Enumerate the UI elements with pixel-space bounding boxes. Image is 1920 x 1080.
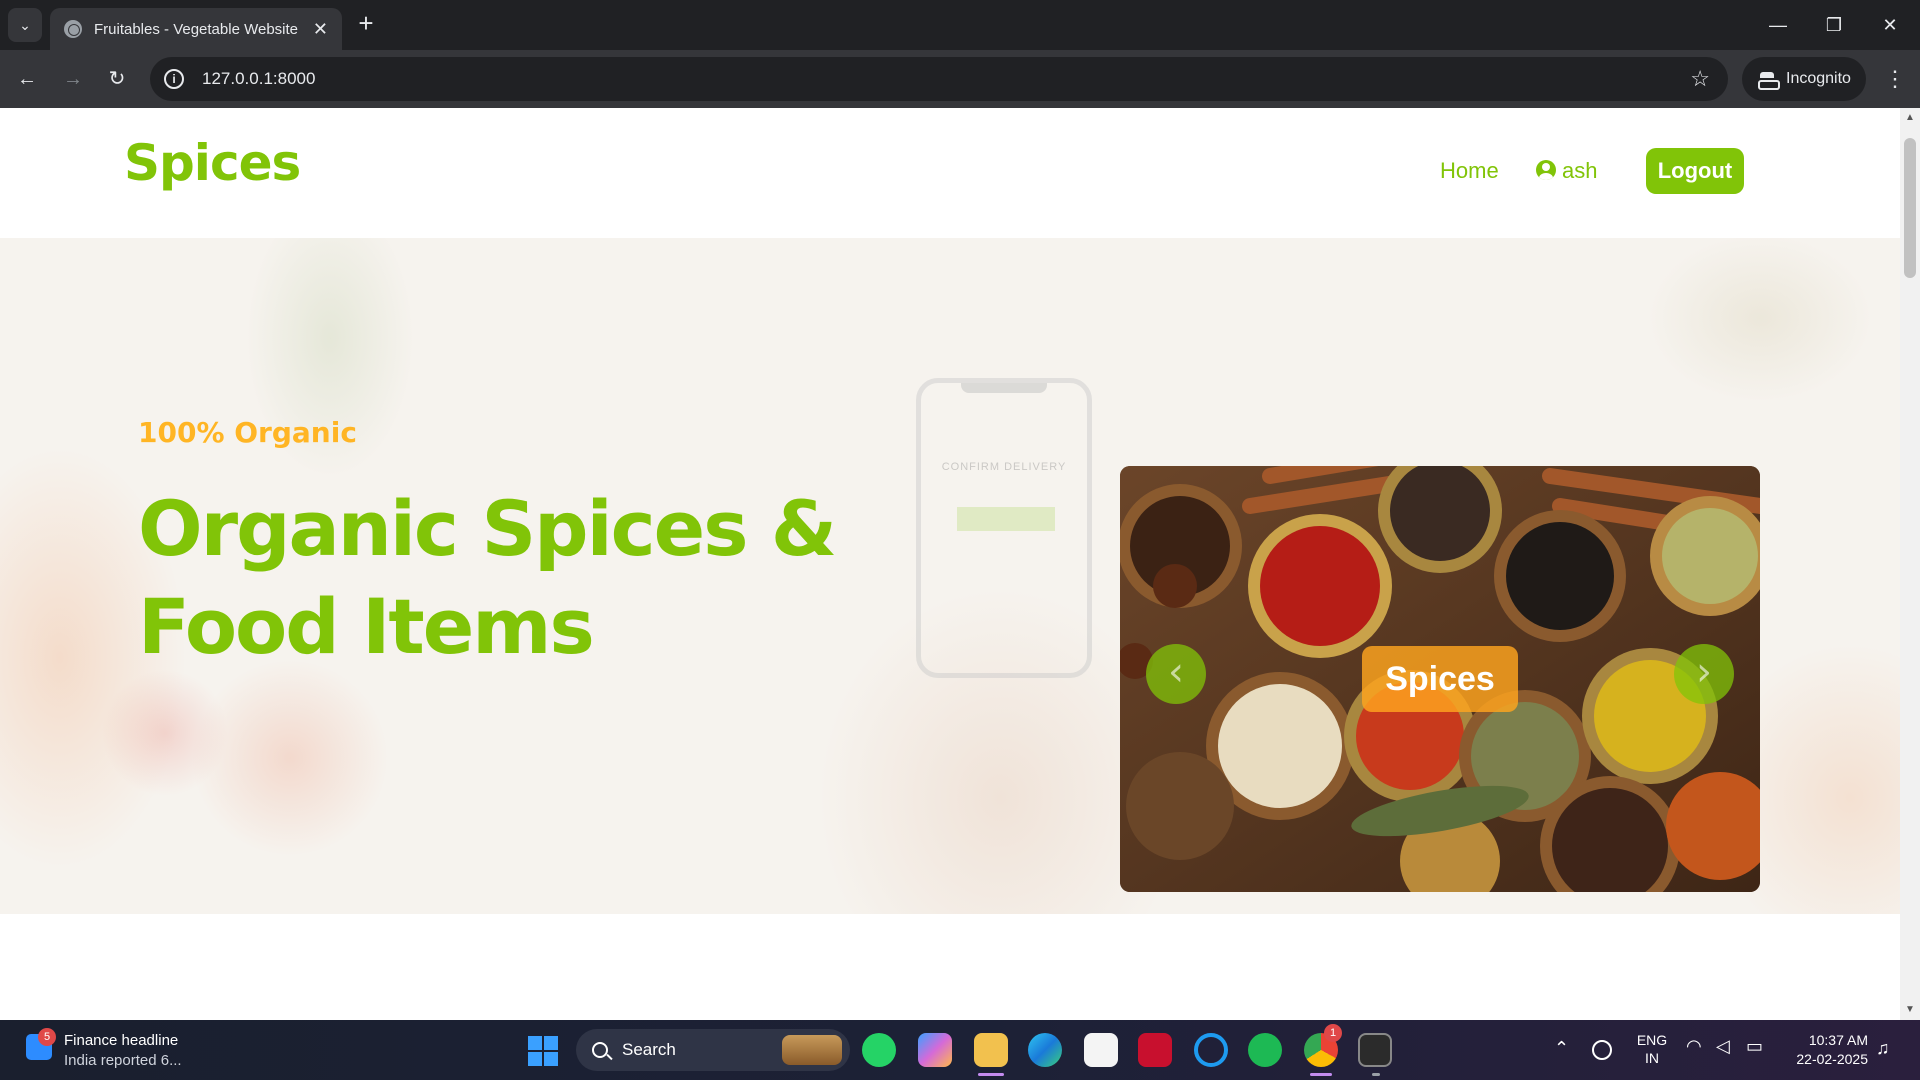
chrome-badge: 1 bbox=[1324, 1024, 1342, 1042]
page-scrollbar[interactable]: ▲ ▼ bbox=[1900, 108, 1920, 1020]
site-navbar: Spices Home ash Logout bbox=[0, 108, 1900, 238]
browser-menu-icon[interactable]: ⋮ bbox=[1880, 62, 1910, 96]
copilot-icon[interactable] bbox=[918, 1033, 952, 1067]
scroll-thumb[interactable] bbox=[1904, 138, 1916, 278]
site-info-icon[interactable]: i bbox=[164, 69, 184, 89]
tab-search-button[interactable]: ⌄ bbox=[8, 8, 42, 42]
address-bar[interactable]: i 127.0.0.1:8000 ☆ bbox=[150, 57, 1728, 101]
terminal-indicator bbox=[1372, 1073, 1380, 1076]
reload-icon[interactable]: ↻ bbox=[100, 62, 134, 96]
alexa-icon[interactable] bbox=[1194, 1033, 1228, 1067]
windows-taskbar: 5 Finance headline India reported 6... S… bbox=[0, 1020, 1920, 1080]
site-logo[interactable]: Spices bbox=[124, 134, 301, 192]
browser-tab-bar: ⌄ Fruitables - Vegetable Website ✕ + — ❐… bbox=[0, 0, 1920, 50]
nav-user-link[interactable]: ash bbox=[1536, 158, 1597, 184]
terminal-icon[interactable] bbox=[1358, 1033, 1392, 1067]
search-icon bbox=[592, 1042, 608, 1058]
forward-arrow-icon[interactable]: → bbox=[56, 62, 90, 96]
close-tab-icon[interactable]: ✕ bbox=[313, 19, 328, 40]
globe-icon bbox=[64, 20, 82, 38]
language-line1: ENG bbox=[1636, 1032, 1668, 1048]
mcafee-icon[interactable] bbox=[1138, 1033, 1172, 1067]
hero-section: CONFIRM DELIVERY 100% Organic Organic Sp… bbox=[0, 238, 1900, 914]
tray-overflow-icon[interactable]: ⌃ bbox=[1554, 1038, 1569, 1059]
store-icon[interactable] bbox=[1084, 1033, 1118, 1067]
restore-icon[interactable]: ❐ bbox=[1814, 8, 1854, 42]
hero-subtitle: 100% Organic bbox=[138, 416, 357, 449]
chrome-indicator bbox=[1310, 1073, 1332, 1076]
language-line2: IN bbox=[1645, 1050, 1659, 1066]
new-tab-button[interactable]: + bbox=[352, 10, 380, 38]
wifi-icon[interactable]: ◠ bbox=[1686, 1036, 1702, 1057]
minimize-icon[interactable]: — bbox=[1758, 8, 1798, 42]
carousel-next-button[interactable]: › bbox=[1674, 644, 1734, 704]
phone-text: CONFIRM DELIVERY bbox=[941, 461, 1067, 473]
system-clock[interactable]: 10:37 AM 22-02-2025 bbox=[1780, 1031, 1868, 1069]
file-explorer-icon[interactable] bbox=[974, 1033, 1008, 1067]
clock-time: 10:37 AM bbox=[1808, 1032, 1868, 1048]
url-text[interactable]: 127.0.0.1:8000 bbox=[202, 69, 315, 89]
nav-home-link[interactable]: Home bbox=[1440, 158, 1499, 184]
news-headline[interactable]: Finance headline bbox=[64, 1032, 178, 1049]
incognito-indicator[interactable]: Incognito bbox=[1742, 57, 1866, 101]
page-viewport: Spices Home ash Logout CONFIRM DELIVERY … bbox=[0, 108, 1900, 1020]
phone-notch bbox=[961, 383, 1047, 393]
browser-tab-active[interactable]: Fruitables - Vegetable Website ✕ bbox=[50, 8, 342, 50]
whatsapp-icon[interactable] bbox=[862, 1033, 896, 1067]
incognito-icon bbox=[1758, 72, 1780, 90]
search-label: Search bbox=[622, 1040, 676, 1059]
close-window-icon[interactable]: ✕ bbox=[1870, 8, 1910, 42]
incognito-label: Incognito bbox=[1786, 70, 1851, 87]
spotify-icon[interactable] bbox=[1248, 1033, 1282, 1067]
username: ash bbox=[1562, 158, 1598, 183]
volume-icon[interactable]: ◁ bbox=[1716, 1036, 1730, 1057]
user-circle-icon bbox=[1536, 160, 1556, 180]
edge-icon[interactable] bbox=[1028, 1033, 1062, 1067]
file-explorer-indicator bbox=[978, 1073, 1004, 1076]
news-subtitle[interactable]: India reported 6... bbox=[64, 1052, 182, 1069]
back-arrow-icon[interactable]: ← bbox=[10, 62, 44, 96]
clock-date: 22-02-2025 bbox=[1796, 1051, 1868, 1067]
browser-toolbar: ← → ↻ i 127.0.0.1:8000 ☆ Incognito ⋮ bbox=[0, 50, 1920, 108]
hero-title: Organic Spices & Food Items bbox=[138, 484, 837, 671]
tab-title: Fruitables - Vegetable Website bbox=[94, 20, 299, 38]
carousel-caption: Spices bbox=[1362, 646, 1518, 712]
taskbar-search[interactable]: Search bbox=[576, 1029, 850, 1071]
search-highlight-image bbox=[782, 1035, 842, 1065]
hero-carousel[interactable]: Spices ‹ › bbox=[1120, 466, 1760, 892]
chevron-down-icon: ⌄ bbox=[19, 16, 31, 33]
scroll-down-icon[interactable]: ▼ bbox=[1900, 1002, 1920, 1018]
background-phone: CONFIRM DELIVERY bbox=[916, 378, 1092, 678]
carousel-prev-button[interactable]: ‹ bbox=[1146, 644, 1206, 704]
language-indicator[interactable]: ENG IN bbox=[1632, 1031, 1672, 1067]
logout-button[interactable]: Logout bbox=[1646, 148, 1744, 194]
sync-icon[interactable] bbox=[1592, 1040, 1612, 1060]
bookmark-star-icon[interactable]: ☆ bbox=[1690, 66, 1710, 92]
windows-start-icon[interactable] bbox=[528, 1036, 558, 1066]
notification-bell-icon[interactable]: ♫ bbox=[1876, 1038, 1890, 1059]
battery-icon[interactable]: ▭ bbox=[1746, 1036, 1763, 1057]
phone-button bbox=[957, 507, 1055, 531]
scroll-up-icon[interactable]: ▲ bbox=[1900, 110, 1920, 126]
news-badge: 5 bbox=[38, 1028, 56, 1046]
